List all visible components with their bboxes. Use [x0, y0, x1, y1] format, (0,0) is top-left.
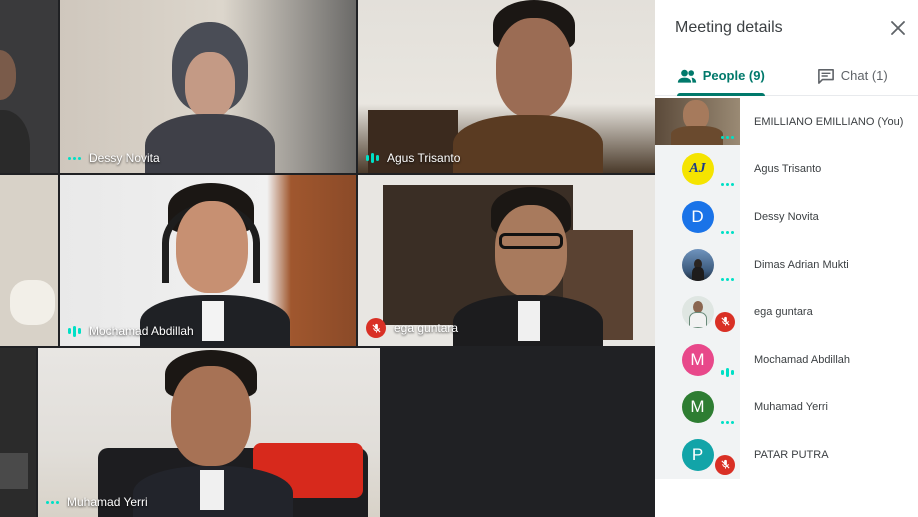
avatar-initial: P	[691, 444, 704, 464]
chat-icon	[817, 68, 834, 84]
participant-name: Mochamad Abdillah	[754, 353, 851, 366]
speaking-indicator-icon	[721, 278, 734, 282]
participant-avatar-cell	[655, 240, 740, 289]
avatar: M	[681, 343, 714, 376]
tab-people-label: People (9)	[702, 68, 765, 83]
panel-header: Meeting details	[655, 0, 918, 56]
participant-row[interactable]: EMILLIANO EMILLIANO (You)	[655, 98, 918, 146]
participant-name: ega guntara	[754, 306, 813, 319]
avatar-initial: M	[690, 397, 705, 417]
avatar: P	[681, 438, 714, 471]
tab-people[interactable]: People (9)	[655, 56, 787, 96]
participant-name: PATAR PUTRA	[754, 448, 829, 461]
speaking-indicator-icon	[46, 500, 59, 504]
participant-name: Muhamad Yerri	[754, 401, 828, 414]
participant-name: Dessy Novita	[754, 210, 819, 223]
participant-name: EMILLIANO EMILLIANO (You)	[754, 115, 904, 128]
mic-off-icon	[366, 318, 386, 338]
tile-nameplate: ega guntara	[366, 318, 458, 338]
video-tile-partial-left-top[interactable]	[0, 0, 58, 173]
tile-name: Agus Trisanto	[387, 151, 461, 165]
mic-off-icon	[715, 454, 735, 475]
participant-avatar-cell	[655, 288, 740, 336]
video-tile-agus-trisanto[interactable]: Agus Trisanto	[358, 0, 655, 173]
speaking-indicator-icon	[68, 156, 81, 160]
participant-row[interactable]: Dimas Adrian Mukti	[655, 240, 918, 289]
participant-avatar-cell: P	[655, 431, 740, 479]
tile-nameplate: Dessy Novita	[68, 151, 160, 165]
speaking-indicator-icon	[721, 230, 734, 234]
avatar: M	[681, 391, 714, 424]
close-icon	[891, 21, 905, 35]
participant-row[interactable]: ega guntara	[655, 288, 918, 336]
avatar: AJ	[681, 153, 714, 186]
avatar: D	[681, 200, 714, 233]
tab-chat-label: Chat (1)	[840, 68, 888, 83]
video-tile-mochamad-abdillah[interactable]: Mochamad Abdillah	[60, 175, 356, 346]
participant-row[interactable]: P PATAR PUTRA	[655, 431, 918, 479]
avatar	[681, 296, 714, 329]
meeting-details-panel: Meeting details People (9) Chat (1) EMIL…	[655, 0, 918, 517]
tile-nameplate: Muhamad Yerri	[46, 495, 148, 509]
video-tile-partial-left-mid[interactable]	[0, 175, 58, 346]
video-tile-ega-guntara[interactable]: ega guntara	[358, 175, 655, 346]
speaking-indicator-icon	[721, 135, 734, 139]
participant-name: Dimas Adrian Mukti	[754, 258, 849, 271]
tile-name: Dessy Novita	[89, 151, 160, 165]
empty-stage-area	[382, 348, 655, 517]
speaking-indicator-icon	[721, 367, 734, 377]
tile-nameplate: Mochamad Abdillah	[68, 324, 194, 338]
speaking-indicator-icon	[721, 183, 734, 187]
avatar-initial: M	[690, 349, 705, 369]
participant-row[interactable]: AJ Agus Trisanto	[655, 145, 918, 194]
video-grid: Dessy Novita Agus Trisanto Mochamad Abdi…	[0, 0, 655, 517]
avatar-initial: D	[691, 206, 704, 226]
mic-off-icon	[715, 311, 735, 332]
participant-avatar-cell: M	[655, 383, 740, 432]
panel-title: Meeting details	[675, 19, 783, 36]
video-tile-muhamad-yerri[interactable]: Muhamad Yerri	[38, 348, 380, 517]
participant-row[interactable]: M Mochamad Abdillah	[655, 335, 918, 384]
avatar-initial: AJ	[689, 161, 706, 177]
video-tile-dessy-novita[interactable]: Dessy Novita	[60, 0, 356, 173]
participant-avatar-cell: D	[655, 193, 740, 241]
close-panel-button[interactable]	[886, 16, 910, 40]
tile-name: Mochamad Abdillah	[89, 324, 194, 338]
speaking-indicator-icon	[68, 325, 81, 337]
tile-nameplate: Agus Trisanto	[366, 151, 460, 165]
speaking-indicator-icon	[366, 153, 379, 163]
participant-name: Agus Trisanto	[754, 163, 822, 176]
avatar	[681, 248, 714, 281]
participant-avatar-cell: AJ	[655, 145, 740, 194]
tab-chat[interactable]: Chat (1)	[787, 56, 918, 95]
people-icon	[677, 69, 696, 83]
speaking-indicator-icon	[721, 421, 734, 425]
participant-avatar-cell	[655, 98, 740, 146]
panel-tabs: People (9) Chat (1)	[655, 56, 918, 96]
tile-name: ega guntara	[394, 321, 459, 335]
participant-list: EMILLIANO EMILLIANO (You) AJ Agus Trisan…	[655, 98, 918, 479]
video-tile-partial-left-bottom[interactable]	[0, 348, 36, 517]
tile-name: Muhamad Yerri	[67, 495, 148, 509]
participant-row[interactable]: M Muhamad Yerri	[655, 383, 918, 432]
participant-avatar-cell: M	[655, 335, 740, 384]
participant-row[interactable]: D Dessy Novita	[655, 193, 918, 241]
